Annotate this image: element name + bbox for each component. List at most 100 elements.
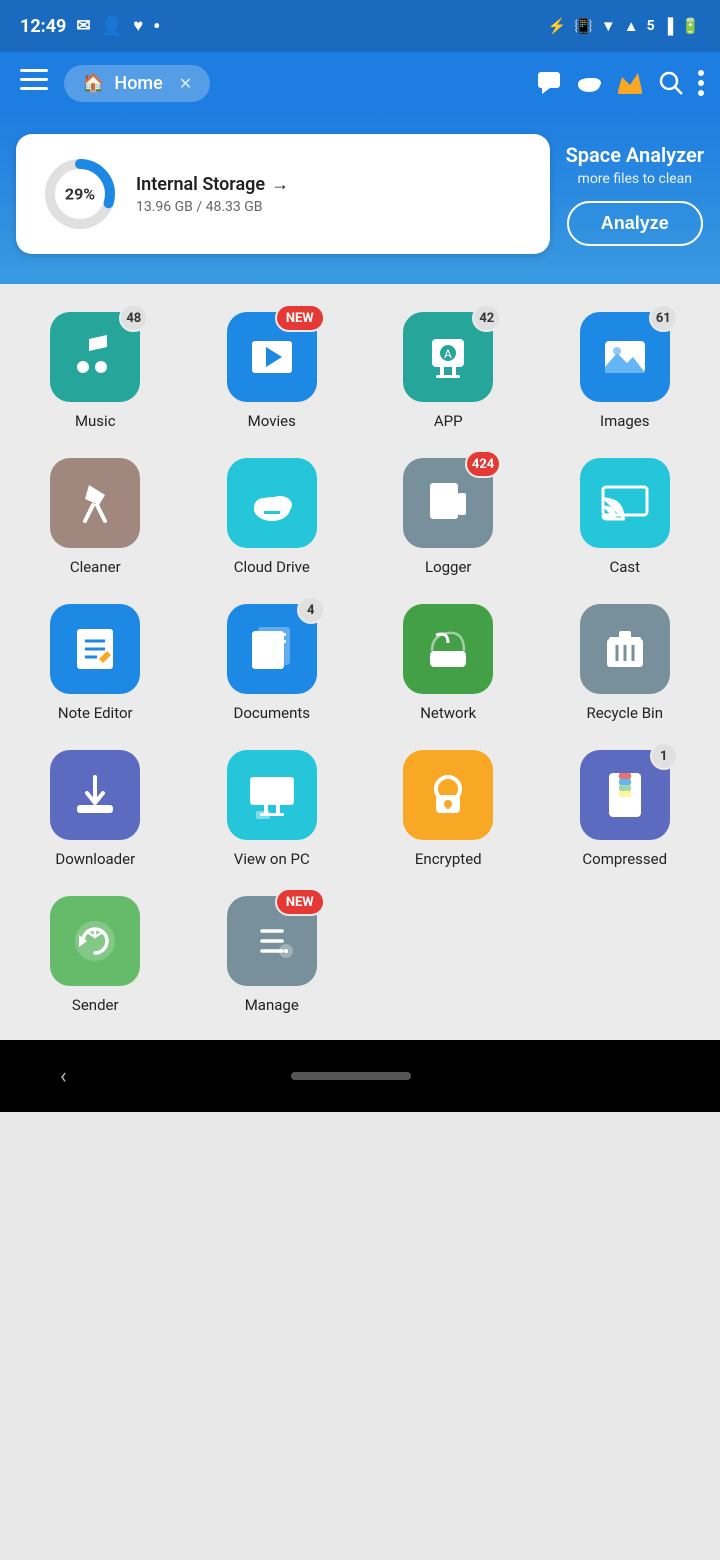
analyzer-title: Space Analyzer bbox=[566, 143, 704, 167]
app-icon-downloader bbox=[50, 750, 140, 840]
storage-percent: 29% bbox=[65, 185, 95, 204]
app-icon-sender bbox=[50, 896, 140, 986]
storage-title: Internal Storage → bbox=[136, 174, 526, 195]
person-icon: 👤 bbox=[101, 16, 123, 37]
close-tab-button[interactable]: ✕ bbox=[179, 74, 192, 93]
app-label-app: APP bbox=[434, 412, 463, 430]
app-icon-music: 48 bbox=[50, 312, 140, 402]
chat-icon[interactable] bbox=[536, 70, 562, 96]
app-item-downloader[interactable]: Downloader bbox=[10, 738, 181, 878]
app-icon-app: A 42 bbox=[403, 312, 493, 402]
app-item-logger[interactable]: 424 Logger bbox=[363, 446, 534, 586]
header-actions bbox=[536, 70, 704, 96]
cloud-icon[interactable] bbox=[576, 72, 602, 94]
app-icon-logger: 424 bbox=[403, 458, 493, 548]
heart-icon: ♥ bbox=[133, 16, 143, 36]
app-item-app[interactable]: A 42 APP bbox=[363, 300, 534, 440]
app-icon-clouddrive bbox=[227, 458, 317, 548]
app-item-noteeditor[interactable]: Note Editor bbox=[10, 592, 181, 732]
app-label-movies: Movies bbox=[248, 412, 296, 430]
app-item-network[interactable]: Network bbox=[363, 592, 534, 732]
signal-label: 5 bbox=[647, 18, 655, 34]
app-icon-cast bbox=[580, 458, 670, 548]
storage-info: Internal Storage → 13.96 GB / 48.33 GB bbox=[136, 174, 526, 215]
new-badge: NEW bbox=[275, 888, 325, 916]
app-item-manage[interactable]: NEW Manage bbox=[187, 884, 358, 1024]
app-item-viewonpc[interactable]: View on PC bbox=[187, 738, 358, 878]
app-item-cast[interactable]: Cast bbox=[540, 446, 711, 586]
app-item-sender[interactable]: Sender bbox=[10, 884, 181, 1024]
wifi-down-icon: ▼ bbox=[601, 17, 616, 35]
app-icon-documents: 4 bbox=[227, 604, 317, 694]
app-icon-cleaner bbox=[50, 458, 140, 548]
hamburger-button[interactable] bbox=[16, 64, 52, 102]
status-right: ⚡ 📳 ▼ ▲ 5 ▐ 🔋 bbox=[548, 17, 700, 35]
analyze-button[interactable]: Analyze bbox=[567, 201, 703, 246]
app-item-recyclebin[interactable]: Recycle Bin bbox=[540, 592, 711, 732]
count-badge: 1 bbox=[650, 742, 678, 770]
vibrate-icon: 📳 bbox=[574, 17, 593, 35]
app-item-documents[interactable]: 4 Documents bbox=[187, 592, 358, 732]
signal-bars-icon: ▐ bbox=[663, 17, 674, 35]
app-grid-section: 48 Music NEW Movies A 42 APP 61 Images C… bbox=[0, 284, 720, 1040]
app-item-movies[interactable]: NEW Movies bbox=[187, 300, 358, 440]
count-badge: 61 bbox=[649, 304, 678, 332]
time-display: 12:49 bbox=[20, 16, 66, 37]
app-item-compressed[interactable]: 1 Compressed bbox=[540, 738, 711, 878]
home-tab[interactable]: 🏠 Home ✕ bbox=[64, 65, 210, 102]
analyzer-subtitle: more files to clean bbox=[566, 171, 704, 187]
app-item-music[interactable]: 48 Music bbox=[10, 300, 181, 440]
app-label-cast: Cast bbox=[609, 558, 640, 576]
home-icon: 🏠 bbox=[82, 73, 104, 94]
app-icon-encrypted bbox=[403, 750, 493, 840]
app-icon-network bbox=[403, 604, 493, 694]
crown-icon[interactable] bbox=[616, 71, 644, 95]
count-badge: 48 bbox=[119, 304, 148, 332]
new-badge: NEW bbox=[275, 304, 325, 332]
app-label-logger: Logger bbox=[425, 558, 472, 576]
back-button[interactable]: ‹ bbox=[60, 1064, 67, 1089]
space-analyzer-panel: Space Analyzer more files to clean Analy… bbox=[566, 143, 704, 246]
storage-donut: 29% bbox=[40, 154, 120, 234]
app-label-viewonpc: View on PC bbox=[234, 850, 310, 868]
app-icon-manage: NEW bbox=[227, 896, 317, 986]
status-bar: 12:49 ✉ 👤 ♥ • ⚡ 📳 ▼ ▲ 5 ▐ 🔋 bbox=[0, 0, 720, 52]
home-pill[interactable] bbox=[291, 1072, 411, 1080]
more-options-icon[interactable] bbox=[698, 70, 704, 96]
app-icon-images: 61 bbox=[580, 312, 670, 402]
bottom-navigation-bar: ‹ bbox=[0, 1040, 720, 1112]
app-icon-viewonpc bbox=[227, 750, 317, 840]
wifi-icon: ▲ bbox=[624, 17, 639, 35]
app-item-images[interactable]: 61 Images bbox=[540, 300, 711, 440]
app-header: 🏠 Home ✕ bbox=[0, 52, 720, 114]
storage-card[interactable]: 29% Internal Storage → 13.96 GB / 48.33 … bbox=[16, 134, 550, 254]
app-item-clouddrive[interactable]: Cloud Drive bbox=[187, 446, 358, 586]
app-label-clouddrive: Cloud Drive bbox=[234, 558, 310, 576]
app-item-encrypted[interactable]: Encrypted bbox=[363, 738, 534, 878]
bluetooth-icon: ⚡ bbox=[548, 17, 567, 35]
app-label-sender: Sender bbox=[72, 996, 119, 1014]
app-icon-recyclebin bbox=[580, 604, 670, 694]
app-grid: 48 Music NEW Movies A 42 APP 61 Images C… bbox=[10, 300, 710, 1024]
app-icon-compressed: 1 bbox=[580, 750, 670, 840]
banner-section: 29% Internal Storage → 13.96 GB / 48.33 … bbox=[0, 114, 720, 284]
storage-subtitle: 13.96 GB / 48.33 GB bbox=[136, 199, 526, 215]
app-label-network: Network bbox=[420, 704, 476, 722]
app-label-music: Music bbox=[75, 412, 116, 430]
app-label-cleaner: Cleaner bbox=[70, 558, 121, 576]
app-label-manage: Manage bbox=[245, 996, 299, 1014]
app-label-compressed: Compressed bbox=[582, 850, 667, 868]
app-label-downloader: Downloader bbox=[55, 850, 135, 868]
gmail-icon: ✉ bbox=[76, 16, 90, 36]
status-left: 12:49 ✉ 👤 ♥ • bbox=[20, 14, 160, 38]
app-label-encrypted: Encrypted bbox=[415, 850, 482, 868]
app-icon-noteeditor bbox=[50, 604, 140, 694]
app-item-cleaner[interactable]: Cleaner bbox=[10, 446, 181, 586]
count-badge: 4 bbox=[297, 596, 325, 624]
app-label-noteeditor: Note Editor bbox=[58, 704, 133, 722]
app-label-documents: Documents bbox=[233, 704, 310, 722]
storage-arrow: → bbox=[271, 174, 289, 195]
count-badge: 42 bbox=[472, 304, 501, 332]
battery-icon: 🔋 bbox=[681, 17, 700, 35]
search-icon[interactable] bbox=[658, 70, 684, 96]
